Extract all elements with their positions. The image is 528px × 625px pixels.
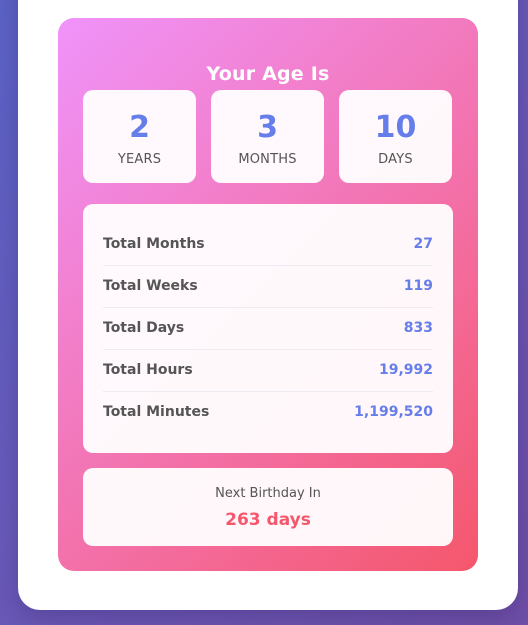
stats-list: Total Months 27 Total Weeks 119 Total Da…	[83, 204, 453, 453]
stat-value: 19,992	[378, 362, 433, 378]
months-label: MONTHS	[238, 152, 297, 167]
days-box: 10 DAYS	[339, 90, 452, 183]
result-title: Your Age Is	[206, 63, 330, 85]
stat-label: Total Hours	[103, 362, 193, 378]
stat-row-total-months: Total Months 27	[103, 224, 433, 266]
years-value: 2	[129, 110, 150, 145]
stat-row-total-days: Total Days 833	[103, 308, 433, 350]
stat-row-total-hours: Total Hours 19,992	[103, 350, 433, 392]
months-value: 3	[257, 110, 278, 145]
stat-row-total-weeks: Total Weeks 119	[103, 266, 433, 308]
stat-label: Total Weeks	[103, 278, 198, 294]
stat-value: 119	[403, 278, 433, 294]
years-label: YEARS	[117, 152, 162, 167]
days-label: DAYS	[378, 152, 413, 167]
next-birthday-value: 263 days	[225, 510, 311, 530]
stat-value: 833	[403, 320, 433, 336]
stat-label: Total Months	[103, 236, 205, 252]
stat-value: 27	[413, 236, 433, 252]
stat-label: Total Minutes	[103, 404, 210, 420]
stat-value: 1,199,520	[354, 404, 433, 420]
next-birthday-box: Next Birthday In 263 days	[83, 468, 453, 546]
years-box: 2 YEARS	[83, 90, 196, 183]
months-box: 3 MONTHS	[211, 90, 324, 183]
next-birthday-label: Next Birthday In	[215, 486, 321, 501]
stat-row-total-minutes: Total Minutes 1,199,520	[103, 392, 433, 434]
stat-label: Total Days	[103, 320, 185, 336]
days-value: 10	[374, 110, 417, 145]
